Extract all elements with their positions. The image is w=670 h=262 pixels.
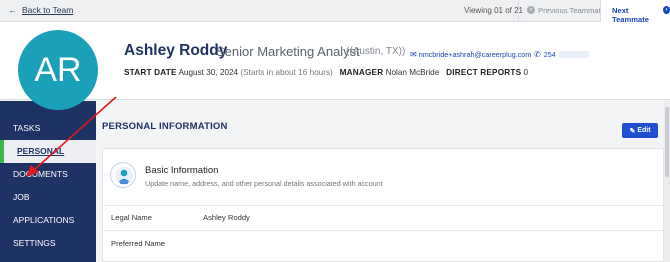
sidebar-item-personal[interactable]: PERSONAL bbox=[0, 140, 96, 163]
sidebar-item-job[interactable]: JOB bbox=[0, 186, 96, 209]
employee-job-title: Senior Marketing Analyst bbox=[216, 44, 360, 59]
main-content: PERSONAL INFORMATION ✎ Edit Basic Inform… bbox=[96, 101, 670, 262]
field-label-preferred-name: Preferred Name bbox=[111, 239, 166, 248]
employee-name: Ashley Roddy bbox=[124, 42, 228, 59]
employee-meta-row: START DATE August 30, 2024 (Starts in ab… bbox=[124, 68, 528, 77]
next-teammate-label: Next Teammate bbox=[612, 6, 650, 24]
direct-reports-label: DIRECT REPORTS bbox=[446, 68, 522, 77]
edit-button[interactable]: ✎ Edit bbox=[622, 123, 658, 138]
avatar: AR bbox=[18, 30, 98, 110]
direct-reports-value: 0 bbox=[523, 68, 529, 77]
profile-header: Ashley Roddy Senior Marketing Analyst ((… bbox=[0, 22, 670, 100]
field-label-legal-name: Legal Name bbox=[111, 213, 152, 222]
phone-icon: ✆ bbox=[534, 50, 541, 59]
employee-location: ((Austin, TX)) bbox=[346, 46, 406, 57]
scrollbar-thumb[interactable] bbox=[665, 107, 669, 177]
top-navigation-bar: ← Back to Team Viewing 01 of 21 ‹ Previo… bbox=[0, 0, 670, 24]
back-to-team-label: Back to Team bbox=[22, 5, 74, 15]
manager-value: Nolan McBride bbox=[385, 68, 440, 77]
email-text: nmcbride+ashrah@careerplug.com bbox=[418, 50, 532, 59]
envelope-icon: ✉ bbox=[410, 50, 417, 59]
divider bbox=[103, 205, 665, 206]
phone-link[interactable]: ✆ 254 bbox=[534, 50, 589, 59]
divider bbox=[103, 230, 665, 231]
sidebar-item-settings[interactable]: SETTINGS bbox=[0, 232, 96, 255]
start-date-note: (Starts in about 16 hours) bbox=[240, 68, 333, 77]
start-date-value: August 30, 2024 bbox=[178, 68, 239, 77]
section-title: PERSONAL INFORMATION bbox=[102, 121, 228, 132]
back-to-team-link[interactable]: ← Back to Team bbox=[8, 5, 73, 15]
chevron-right-icon: › bbox=[663, 6, 670, 14]
card-subtitle: Update name, address, and other personal… bbox=[145, 179, 383, 188]
phone-text: 254 bbox=[543, 50, 556, 59]
sidebar-item-documents[interactable]: DOCUMENTS bbox=[0, 163, 96, 186]
viewing-counter: Viewing 01 of 21 bbox=[464, 6, 524, 15]
field-value-legal-name: Ashley Roddy bbox=[203, 213, 250, 222]
sidebar-navigation: TASKS PERSONAL DOCUMENTS JOB APPLICATION… bbox=[0, 101, 96, 262]
manager-label: MANAGER bbox=[339, 68, 384, 77]
sidebar-item-tasks[interactable]: TASKS bbox=[0, 117, 96, 140]
arrow-left-icon: ← bbox=[8, 5, 17, 15]
next-teammate-button[interactable]: Next Teammate › bbox=[600, 0, 670, 24]
basic-information-card: Basic Information Update name, address, … bbox=[102, 148, 665, 262]
card-title: Basic Information bbox=[145, 165, 219, 176]
previous-teammate-label: Previous Teammate bbox=[538, 6, 605, 15]
pencil-icon: ✎ bbox=[629, 127, 636, 135]
sidebar-item-applications[interactable]: APPLICATIONS bbox=[0, 209, 96, 232]
email-link[interactable]: ✉ nmcbride+ashrah@careerplug.com bbox=[410, 50, 531, 59]
scrollbar[interactable] bbox=[664, 101, 670, 262]
start-date-label: START DATE bbox=[124, 68, 177, 77]
person-icon bbox=[110, 162, 136, 188]
edit-button-label: Edit bbox=[637, 127, 651, 134]
chevron-left-icon: ‹ bbox=[527, 6, 535, 14]
redacted-phone-digits bbox=[558, 51, 589, 58]
